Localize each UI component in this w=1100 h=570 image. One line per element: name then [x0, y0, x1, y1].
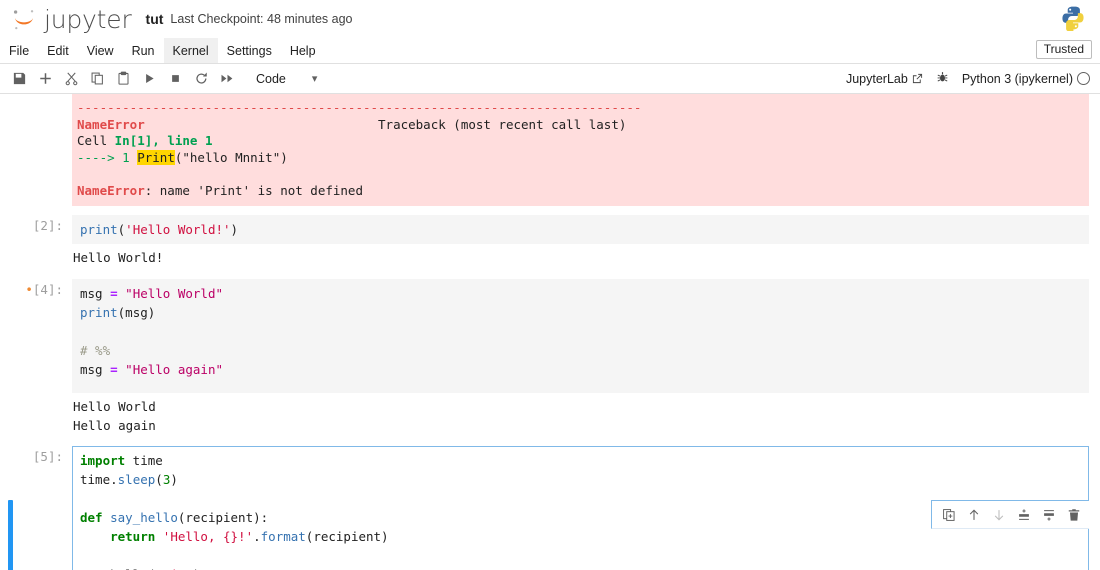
insert-cell-above-icon — [1017, 508, 1031, 522]
notebook-title[interactable]: tut — [146, 11, 164, 27]
jupyterlab-link[interactable]: JupyterLab — [846, 72, 923, 86]
restart-kernel-button[interactable] — [188, 67, 214, 91]
move-cell-down-button[interactable] — [992, 508, 1006, 522]
copy-button[interactable] — [84, 67, 110, 91]
kernel-idle-circle-icon — [1077, 72, 1090, 85]
notebook-cell-2[interactable]: [2]: print('Hello World!') Hello World! — [0, 215, 1100, 271]
scissors-icon — [64, 71, 79, 86]
traceback-rest: ("hello Mnnit") — [175, 150, 288, 165]
move-cell-up-icon — [967, 508, 981, 522]
bug-icon — [936, 71, 949, 84]
interrupt-kernel-button[interactable] — [162, 67, 188, 91]
delete-cell-icon — [1067, 508, 1081, 522]
cell-body-2: print('Hello World!') Hello World! — [72, 215, 1100, 271]
traceback-rule: ----------------------------------------… — [77, 100, 641, 115]
traceback-location-plain: Cell — [77, 133, 115, 148]
menu-item-edit[interactable]: Edit — [38, 38, 78, 63]
move-cell-down-icon — [992, 508, 1006, 522]
notebook-cell-4[interactable]: •[4]: msg = "Hello World" print(msg) # %… — [0, 279, 1100, 439]
jupyterlab-label: JupyterLab — [846, 72, 908, 86]
menu-item-kernel[interactable]: Kernel — [164, 38, 218, 63]
app-header: jupyter tut Last Checkpoint: 48 minutes … — [0, 0, 1100, 38]
debugger-button[interactable] — [936, 71, 949, 87]
python-logo-icon — [1060, 5, 1086, 31]
menu-label: File — [9, 44, 29, 58]
menu-label: Run — [132, 44, 155, 58]
cell-action-toolbar[interactable] — [931, 500, 1089, 529]
duplicate-cell-icon — [942, 508, 956, 522]
cell-prompt-4: •[4]: — [0, 279, 72, 439]
jupyter-logo-icon — [10, 5, 38, 33]
plus-icon — [38, 71, 53, 86]
cell-prompt-2: [2]: — [0, 215, 72, 271]
restart-run-all-button[interactable] — [214, 67, 240, 91]
menu-item-run[interactable]: Run — [123, 38, 164, 63]
paste-icon — [116, 71, 131, 86]
menu-label: Edit — [47, 44, 69, 58]
kernel-name-label: Python 3 (ipykernel) — [962, 72, 1073, 86]
menu-item-settings[interactable]: Settings — [218, 38, 281, 63]
jupyter-logo-link[interactable]: jupyter — [10, 5, 132, 33]
save-button[interactable] — [6, 67, 32, 91]
insert-cell-below-button[interactable] — [1042, 508, 1056, 522]
menu-label: Help — [290, 44, 316, 58]
cell-body-4: msg = "Hello World" print(msg) # %% msg … — [72, 279, 1100, 439]
menu-label: Settings — [227, 44, 272, 58]
move-cell-up-button[interactable] — [967, 508, 981, 522]
menu-bar: File Edit View Run Kernel Settings Help … — [0, 38, 1100, 64]
code-editor-2[interactable]: print('Hello World!') — [72, 215, 1089, 244]
cell-body: ----------------------------------------… — [72, 94, 1100, 206]
menu-item-help[interactable]: Help — [281, 38, 325, 63]
stop-icon — [168, 71, 183, 86]
restart-icon — [194, 71, 209, 86]
traceback-highlight: Print — [137, 150, 175, 165]
menu-item-view[interactable]: View — [78, 38, 123, 63]
notebook-cell-error-output[interactable]: ----------------------------------------… — [0, 94, 1100, 206]
trusted-badge[interactable]: Trusted — [1036, 40, 1092, 59]
cell-type-select[interactable]: Code ▾ — [250, 71, 323, 87]
traceback-header-right: Traceback (most recent call last) — [378, 117, 626, 132]
duplicate-cell-button[interactable] — [942, 508, 956, 522]
run-button[interactable] — [136, 67, 162, 91]
traceback-message-name: NameError — [77, 183, 145, 198]
menu-label: Kernel — [173, 44, 209, 58]
toolbar-right-group: JupyterLab Python 3 (ipykernel) — [846, 71, 1090, 87]
cell-prompt — [0, 94, 72, 206]
jupyter-brand-text: jupyter — [44, 7, 132, 32]
traceback-message-text: : name 'Print' is not defined — [145, 183, 363, 198]
traceback-exception-name: NameError — [77, 117, 145, 132]
insert-cell-above-button[interactable] — [1017, 508, 1031, 522]
cell-type-value: Code — [256, 72, 286, 86]
checkpoint-status: Last Checkpoint: 48 minutes ago — [170, 12, 352, 26]
save-icon — [12, 71, 27, 86]
delete-cell-button[interactable] — [1067, 508, 1081, 522]
cell-output-4: Hello World Hello again — [72, 393, 1089, 439]
cell-prompt-4-label: [4]: — [33, 282, 63, 297]
menu-item-file[interactable]: File — [0, 38, 38, 63]
traceback-location-bold: In[1], line 1 — [115, 133, 213, 148]
code-editor-4[interactable]: msg = "Hello World" print(msg) # %% msg … — [72, 279, 1089, 393]
error-traceback-output: ----------------------------------------… — [72, 94, 1089, 206]
cell-prompt-5: [5]: — [0, 446, 72, 570]
fast-forward-icon — [220, 71, 235, 86]
insert-cell-button[interactable] — [32, 67, 58, 91]
chevron-down-icon: ▾ — [312, 72, 318, 85]
notebook-toolbar: Code ▾ JupyterLab Python 3 — [0, 64, 1100, 94]
paste-button[interactable] — [110, 67, 136, 91]
notebook-scroll-area[interactable]: ----------------------------------------… — [0, 94, 1100, 570]
traceback-arrow: ----> 1 — [77, 150, 137, 165]
external-link-icon — [912, 73, 923, 84]
kernel-status-indicator[interactable]: Python 3 (ipykernel) — [962, 72, 1090, 86]
cut-button[interactable] — [58, 67, 84, 91]
cell-output-2: Hello World! — [72, 244, 1089, 271]
cell-dirty-marker: • — [25, 282, 33, 297]
menu-label: View — [87, 44, 114, 58]
insert-cell-below-icon — [1042, 508, 1056, 522]
run-icon — [142, 71, 157, 86]
copy-icon — [90, 71, 105, 86]
